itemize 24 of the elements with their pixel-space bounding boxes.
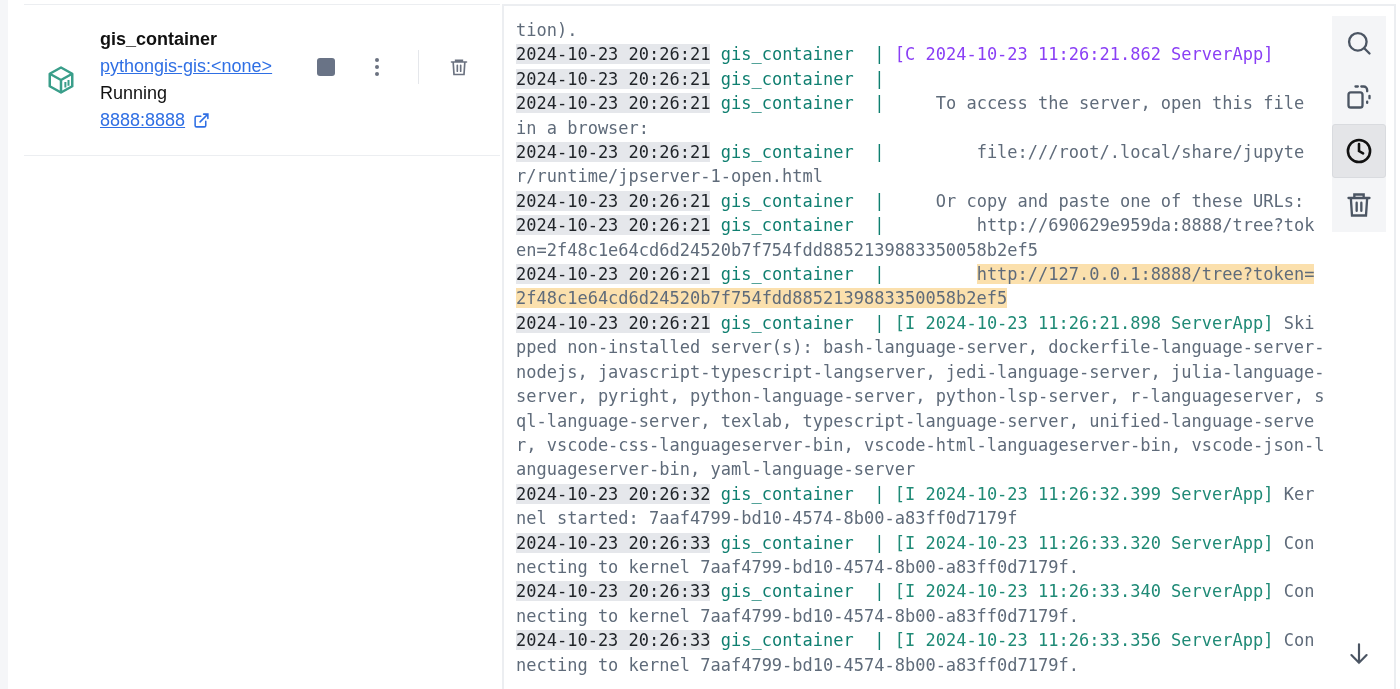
clock-icon <box>1345 137 1374 165</box>
image-link[interactable]: pythongis-gis:<none> <box>100 53 300 80</box>
trash-icon[interactable] <box>449 57 469 77</box>
timestamps-button[interactable] <box>1332 124 1387 178</box>
search-icon <box>1345 29 1374 57</box>
log-entry: 2024-10-23 20:26:21 gis_container | [C 2024-10-23 11:26:21.862 ServerApp] <box>516 43 1275 67</box>
port-link[interactable]: 8888:8888 <box>100 107 186 134</box>
log-entry: 2024-10-23 20:26:32 gis_container | [I 2024-10-23 11:26:32.399 ServerApp] Kernel started: 7aaf4799-bd10-4574-8b00-a83ff0d7179f <box>516 482 1316 531</box>
log-entry: 2024-10-23 20:26:21 gis_container | file:///root/.local/share/jupyter/runtime/jpserver-1-open.html <box>516 141 1306 189</box>
log-entry: 2024-10-23 20:26:21 gis_container | http://127.0.0.1:8888/tree?token=2f48c1e64cd6d24520b7f754fdd8852139883350058b2ef5 <box>516 263 1316 311</box>
log-text: tion). <box>516 20 578 40</box>
more-icon[interactable] <box>374 57 380 77</box>
log-entry: 2024-10-23 20:26:33 gis_container | [I 2024-10-23 11:26:33.320 ServerApp] Connecting to kernel 7aaf4799-bd10-4574-8b00-a83ff0d7179f. <box>516 531 1316 579</box>
log-entry: 2024-10-23 20:26:33 gis_container | [I 2024-10-23 11:26:33.340 ServerApp] Connecting to kernel 7aaf4799-bd10-4574-8b00-a83ff0d7179f. <box>516 580 1316 628</box>
container-status: Running <box>100 82 169 105</box>
container-name: gis_container <box>100 28 219 51</box>
log-entry: 2024-10-23 20:26:21 gis_container | [I 2024-10-23 11:26:21.898 ServerApp] Skipped non-installed server(s): bash-language-server, dockerfile-language-server-nodejs, javascript-typescript-langserver, jedi-language-server, julia-language-server, pyright, python-language-server, python-lsp-server, r-languageserver, sql-language-server, texlab, typescript-language-server, unified-language-server, vscode-css-languageserver-bin, vscode-html-languageserver-bin, vscode-json-languageserver-bin, yaml-language-server <box>516 311 1325 482</box>
copy-icon <box>1345 83 1374 111</box>
log-entry: 2024-10-23 20:26:33 gis_container | [I 2024-10-23 11:26:33.356 ServerApp] Connecting to kernel 7aaf4799-bd10-4574-8b00-a83ff0d7179f. <box>516 629 1316 677</box>
log-entry: 2024-10-23 20:26:21 gis_container | <box>516 67 886 91</box>
cube-icon <box>46 65 76 95</box>
log-entry: 2024-10-23 20:26:21 gis_container | To access the server, open this file in a browser: <box>516 92 1306 140</box>
external-link-icon[interactable] <box>193 112 211 129</box>
log-entry: 2024-10-23 20:26:21 gis_container | Or copy and paste one of these URLs: <box>516 189 1306 213</box>
